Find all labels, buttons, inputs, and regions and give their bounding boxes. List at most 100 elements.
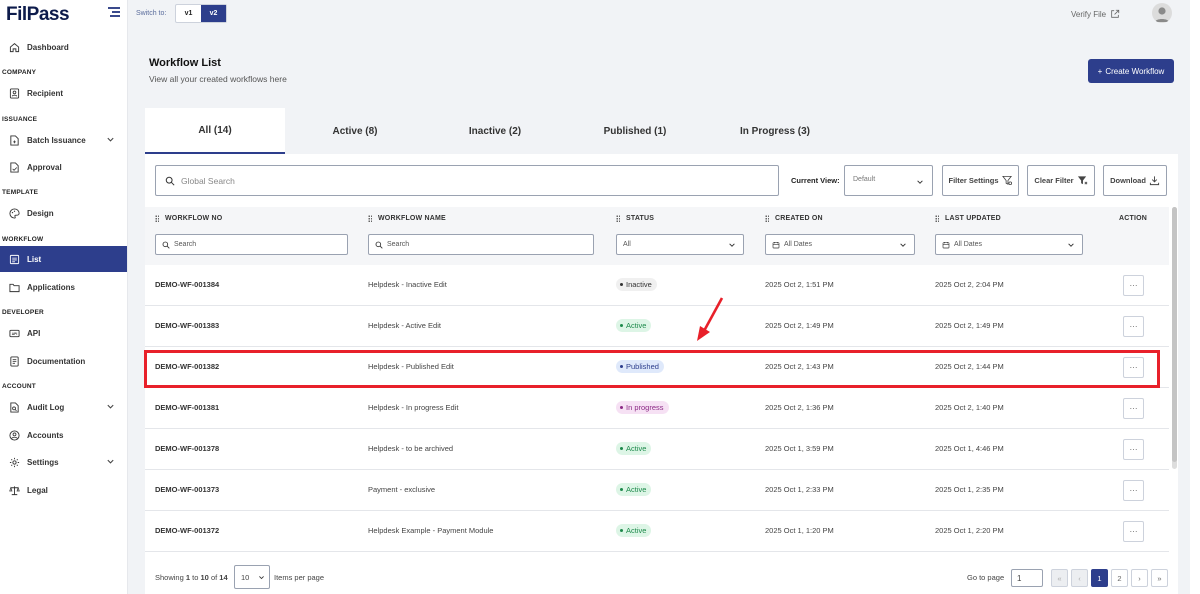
sidebar-item-applications[interactable]: Applications (0, 274, 127, 300)
table-row[interactable]: DEMO-WF-001372 Helpdesk Example - Paymen… (145, 511, 1169, 552)
tab-inactive[interactable]: Inactive (2) (425, 108, 565, 154)
filter-settings-button[interactable]: Filter Settings (942, 165, 1019, 196)
verify-file-link[interactable]: Verify File (1071, 9, 1120, 19)
global-search-input[interactable]: Global Search (155, 165, 779, 196)
drag-handle-icon[interactable] (616, 215, 620, 222)
sidebar-item-documentation[interactable]: Documentation (0, 348, 127, 374)
workflow-no-cell[interactable]: DEMO-WF-001373 (155, 485, 219, 494)
page-1-button[interactable]: 1 (1091, 569, 1108, 587)
tab-active[interactable]: Active (8) (285, 108, 425, 154)
avatar[interactable] (1152, 3, 1172, 23)
row-action-button[interactable]: ··· (1123, 521, 1144, 542)
created-on-cell: 2025 Oct 2, 1:36 PM (765, 403, 834, 412)
drag-handle-icon[interactable] (935, 215, 939, 222)
chevron-down-icon (729, 243, 735, 247)
table-scrollbar[interactable] (1172, 207, 1177, 469)
last-updated-cell: 2025 Oct 1, 2:35 PM (935, 485, 1004, 494)
scale-icon (9, 485, 20, 496)
version-v1-button[interactable]: v1 (176, 5, 201, 22)
row-action-button[interactable]: ··· (1123, 480, 1144, 501)
workflow-no-cell[interactable]: DEMO-WF-001382 (155, 362, 219, 371)
sidebar-item-settings[interactable]: Settings (0, 449, 127, 475)
table-row[interactable]: DEMO-WF-001384 Helpdesk - Inactive Edit … (145, 265, 1169, 306)
table-row[interactable]: DEMO-WF-001383 Helpdesk - Active Edit Ac… (145, 306, 1169, 347)
column-header-workflow-name[interactable]: WORKFLOW NAME (368, 215, 446, 222)
drag-handle-icon[interactable] (368, 215, 372, 222)
sidebar-item-legal[interactable]: Legal (0, 477, 127, 503)
workflow-name-cell: Helpdesk - Published Edit (368, 362, 454, 371)
workflow-name-filter-input[interactable]: Search (368, 234, 594, 255)
folder-icon (9, 282, 20, 293)
items-per-page-select[interactable]: 10 (234, 565, 270, 589)
sidebar-item-audit-log[interactable]: Audit Log (0, 394, 127, 420)
chevron-down-icon[interactable] (106, 402, 115, 411)
search-icon (162, 241, 170, 249)
table-row[interactable]: DEMO-WF-001373 Payment - exclusive Activ… (145, 470, 1169, 511)
sidebar-item-dashboard[interactable]: Dashboard (0, 34, 127, 60)
workflow-no-filter-input[interactable]: Search (155, 234, 348, 255)
go-to-page-input[interactable]: 1 (1011, 569, 1043, 587)
last-updated-cell: 2025 Oct 1, 4:46 PM (935, 444, 1004, 453)
table-row[interactable]: DEMO-WF-001378 Helpdesk - to be archived… (145, 429, 1169, 470)
last-updated-cell: 2025 Oct 2, 1:49 PM (935, 321, 1004, 330)
download-button[interactable]: Download (1103, 165, 1167, 196)
chevron-down-icon[interactable] (106, 135, 115, 144)
column-header-last-updated[interactable]: LAST UPDATED (935, 215, 1001, 222)
row-action-button[interactable]: ··· (1123, 398, 1144, 419)
sidebar-item-accounts[interactable]: Accounts (0, 422, 127, 448)
column-header-created-on[interactable]: CREATED ON (765, 215, 823, 222)
drag-handle-icon[interactable] (155, 215, 159, 222)
workflow-name-cell: Helpdesk - Active Edit (368, 321, 441, 330)
menu-collapse-icon[interactable] (108, 7, 120, 17)
sidebar-item-label: Design (27, 208, 54, 218)
column-header-workflow-no[interactable]: WORKFLOW NO (155, 215, 222, 222)
page-subtitle: View all your created workflows here (149, 74, 287, 84)
last-page-button[interactable]: » (1151, 569, 1168, 587)
table-row[interactable]: DEMO-WF-001381 Helpdesk - In progress Ed… (145, 388, 1169, 429)
page-2-button[interactable]: 2 (1111, 569, 1128, 587)
created-on-cell: 2025 Oct 1, 1:20 PM (765, 526, 834, 535)
drag-handle-icon[interactable] (765, 215, 769, 222)
tab-in-progress[interactable]: In Progress (3) (705, 108, 845, 154)
current-view-select[interactable]: Default (844, 165, 933, 196)
scrollbar-thumb[interactable] (1172, 207, 1177, 462)
create-workflow-button[interactable]: + Create Workflow (1088, 59, 1174, 83)
sidebar-item-approval[interactable]: Approval (0, 154, 127, 180)
last-updated-filter-select[interactable]: All Dates (935, 234, 1083, 255)
table-row[interactable]: DEMO-WF-001382 Helpdesk - Published Edit… (145, 347, 1169, 388)
workflow-no-cell[interactable]: DEMO-WF-001384 (155, 280, 219, 289)
sidebar-item-list[interactable]: List (0, 246, 127, 272)
row-action-button[interactable]: ··· (1123, 439, 1144, 460)
sidebar-item-design[interactable]: Design (0, 200, 127, 226)
download-label: Download (1110, 176, 1146, 185)
version-v2-button[interactable]: v2 (201, 5, 226, 22)
tab-all[interactable]: All (14) (145, 108, 285, 154)
clear-filter-button[interactable]: Clear Filter (1027, 165, 1095, 196)
list-icon (9, 254, 20, 265)
chevron-down-icon (900, 243, 906, 247)
status-filter-select[interactable]: All (616, 234, 744, 255)
row-action-button[interactable]: ··· (1123, 275, 1144, 296)
workflow-no-cell[interactable]: DEMO-WF-001381 (155, 403, 219, 412)
sidebar-item-label: Batch Issuance (27, 135, 86, 145)
chevron-down-icon[interactable] (106, 457, 115, 466)
row-action-button[interactable]: ··· (1123, 316, 1144, 337)
sidebar-item-api[interactable]: API API (0, 320, 127, 346)
column-header-status[interactable]: STATUS (616, 215, 654, 222)
workflow-no-cell[interactable]: DEMO-WF-001372 (155, 526, 219, 535)
first-page-button[interactable]: « (1051, 569, 1068, 587)
workflow-no-cell[interactable]: DEMO-WF-001378 (155, 444, 219, 453)
created-on-filter-select[interactable]: All Dates (765, 234, 915, 255)
row-action-button[interactable]: ··· (1123, 357, 1144, 378)
version-switch-label: Switch to: (136, 10, 167, 17)
tab-published[interactable]: Published (1) (565, 108, 705, 154)
status-badge: Active (616, 319, 652, 332)
next-page-button[interactable]: › (1131, 569, 1148, 587)
prev-page-button[interactable]: ‹ (1071, 569, 1088, 587)
created-on-cell: 2025 Oct 2, 1:51 PM (765, 280, 834, 289)
sidebar-item-batch-issuance[interactable]: Batch Issuance (0, 127, 127, 153)
workflow-no-cell[interactable]: DEMO-WF-001383 (155, 321, 219, 330)
global-search-placeholder: Global Search (181, 175, 235, 186)
sidebar-item-recipient[interactable]: Recipient (0, 80, 127, 106)
filpass-logo[interactable]: FilPass (6, 4, 70, 26)
